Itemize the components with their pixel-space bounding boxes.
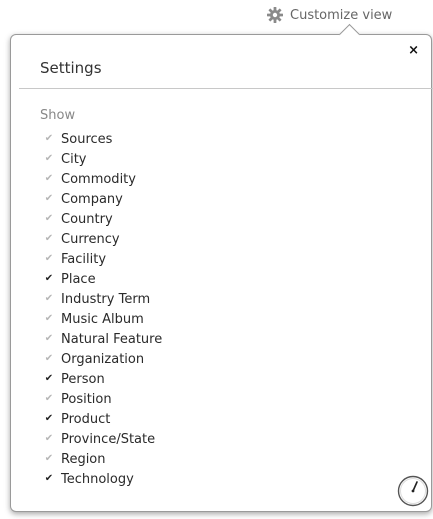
close-button[interactable]: × xyxy=(408,44,419,58)
show-option-item[interactable]: ✔ Product xyxy=(44,409,162,429)
show-option-item[interactable]: ✔ Facility xyxy=(44,249,162,269)
show-option-label: Person xyxy=(61,371,105,387)
show-option-item[interactable]: ✔ City xyxy=(44,149,162,169)
checkmark-icon: ✔ xyxy=(44,453,54,464)
show-option-item[interactable]: ✔ Technology xyxy=(44,469,162,489)
gear-icon xyxy=(266,6,284,24)
show-option-label: Product xyxy=(61,411,111,427)
show-option-item[interactable]: ✔ Organization xyxy=(44,349,162,369)
show-option-label: Natural Feature xyxy=(61,331,163,347)
show-option-label: Technology xyxy=(61,471,134,487)
checkmark-icon: ✔ xyxy=(44,173,54,184)
checkmark-icon: ✔ xyxy=(44,373,54,384)
show-option-label: Place xyxy=(61,271,96,287)
checkmark-icon: ✔ xyxy=(44,433,54,444)
checkmark-icon: ✔ xyxy=(44,353,54,364)
checkmark-icon: ✔ xyxy=(44,133,54,144)
show-option-item[interactable]: ✔ Place xyxy=(44,269,162,289)
show-option-label: Country xyxy=(61,211,113,227)
checkmark-icon: ✔ xyxy=(44,233,54,244)
panel-title: Settings xyxy=(40,59,102,77)
top-bar: Customize view xyxy=(0,0,433,34)
show-option-item[interactable]: ✔ Currency xyxy=(44,229,162,249)
customize-view-button[interactable]: Customize view xyxy=(266,5,392,25)
show-option-label: Facility xyxy=(61,251,107,267)
clock-gauge-icon[interactable] xyxy=(397,475,429,507)
show-option-label: Music Album xyxy=(61,311,144,327)
checkmark-icon: ✔ xyxy=(44,473,54,484)
show-option-label: Commodity xyxy=(61,171,136,187)
show-option-item[interactable]: ✔ Sources xyxy=(44,129,162,149)
show-option-label: Sources xyxy=(61,131,113,147)
show-option-label: Currency xyxy=(61,231,120,247)
customize-view-label: Customize view xyxy=(290,7,393,23)
checkmark-icon: ✔ xyxy=(44,313,54,324)
show-option-item[interactable]: ✔ Natural Feature xyxy=(44,329,162,349)
checkmark-icon: ✔ xyxy=(44,213,54,224)
checkmark-icon: ✔ xyxy=(44,333,54,344)
show-option-item[interactable]: ✔ Province/State xyxy=(44,429,162,449)
show-option-item[interactable]: ✔ Music Album xyxy=(44,309,162,329)
show-option-item[interactable]: ✔ Commodity xyxy=(44,169,162,189)
checkmark-icon: ✔ xyxy=(44,153,54,164)
show-option-item[interactable]: ✔ Person xyxy=(44,369,162,389)
title-divider xyxy=(19,88,433,89)
checkmark-icon: ✔ xyxy=(44,393,54,404)
settings-panel: × Settings Show ✔ Sources ✔ City ✔ Commodity ✔… xyxy=(10,23,433,512)
show-option-label: City xyxy=(61,151,87,167)
checkmark-icon: ✔ xyxy=(44,253,54,264)
show-option-label: Province/State xyxy=(61,431,156,447)
show-option-label: Position xyxy=(61,391,112,407)
show-option-item[interactable]: ✔ Position xyxy=(44,389,162,409)
show-option-item[interactable]: ✔ Region xyxy=(44,449,162,469)
show-section-label: Show xyxy=(40,108,76,123)
checkmark-icon: ✔ xyxy=(44,413,54,424)
checkmark-icon: ✔ xyxy=(44,273,54,284)
checkmark-icon: ✔ xyxy=(44,293,54,304)
show-option-item[interactable]: ✔ Industry Term xyxy=(44,289,162,309)
show-option-label: Organization xyxy=(61,351,145,367)
show-option-label: Company xyxy=(61,191,123,207)
show-option-label: Region xyxy=(61,451,106,467)
checkmark-icon: ✔ xyxy=(44,193,54,204)
show-option-item[interactable]: ✔ Country xyxy=(44,209,162,229)
show-options-list: ✔ Sources ✔ City ✔ Commodity ✔ Company ✔ Country ✔… xyxy=(44,129,162,489)
show-option-item[interactable]: ✔ Company xyxy=(44,189,162,209)
show-option-label: Industry Term xyxy=(61,291,151,307)
